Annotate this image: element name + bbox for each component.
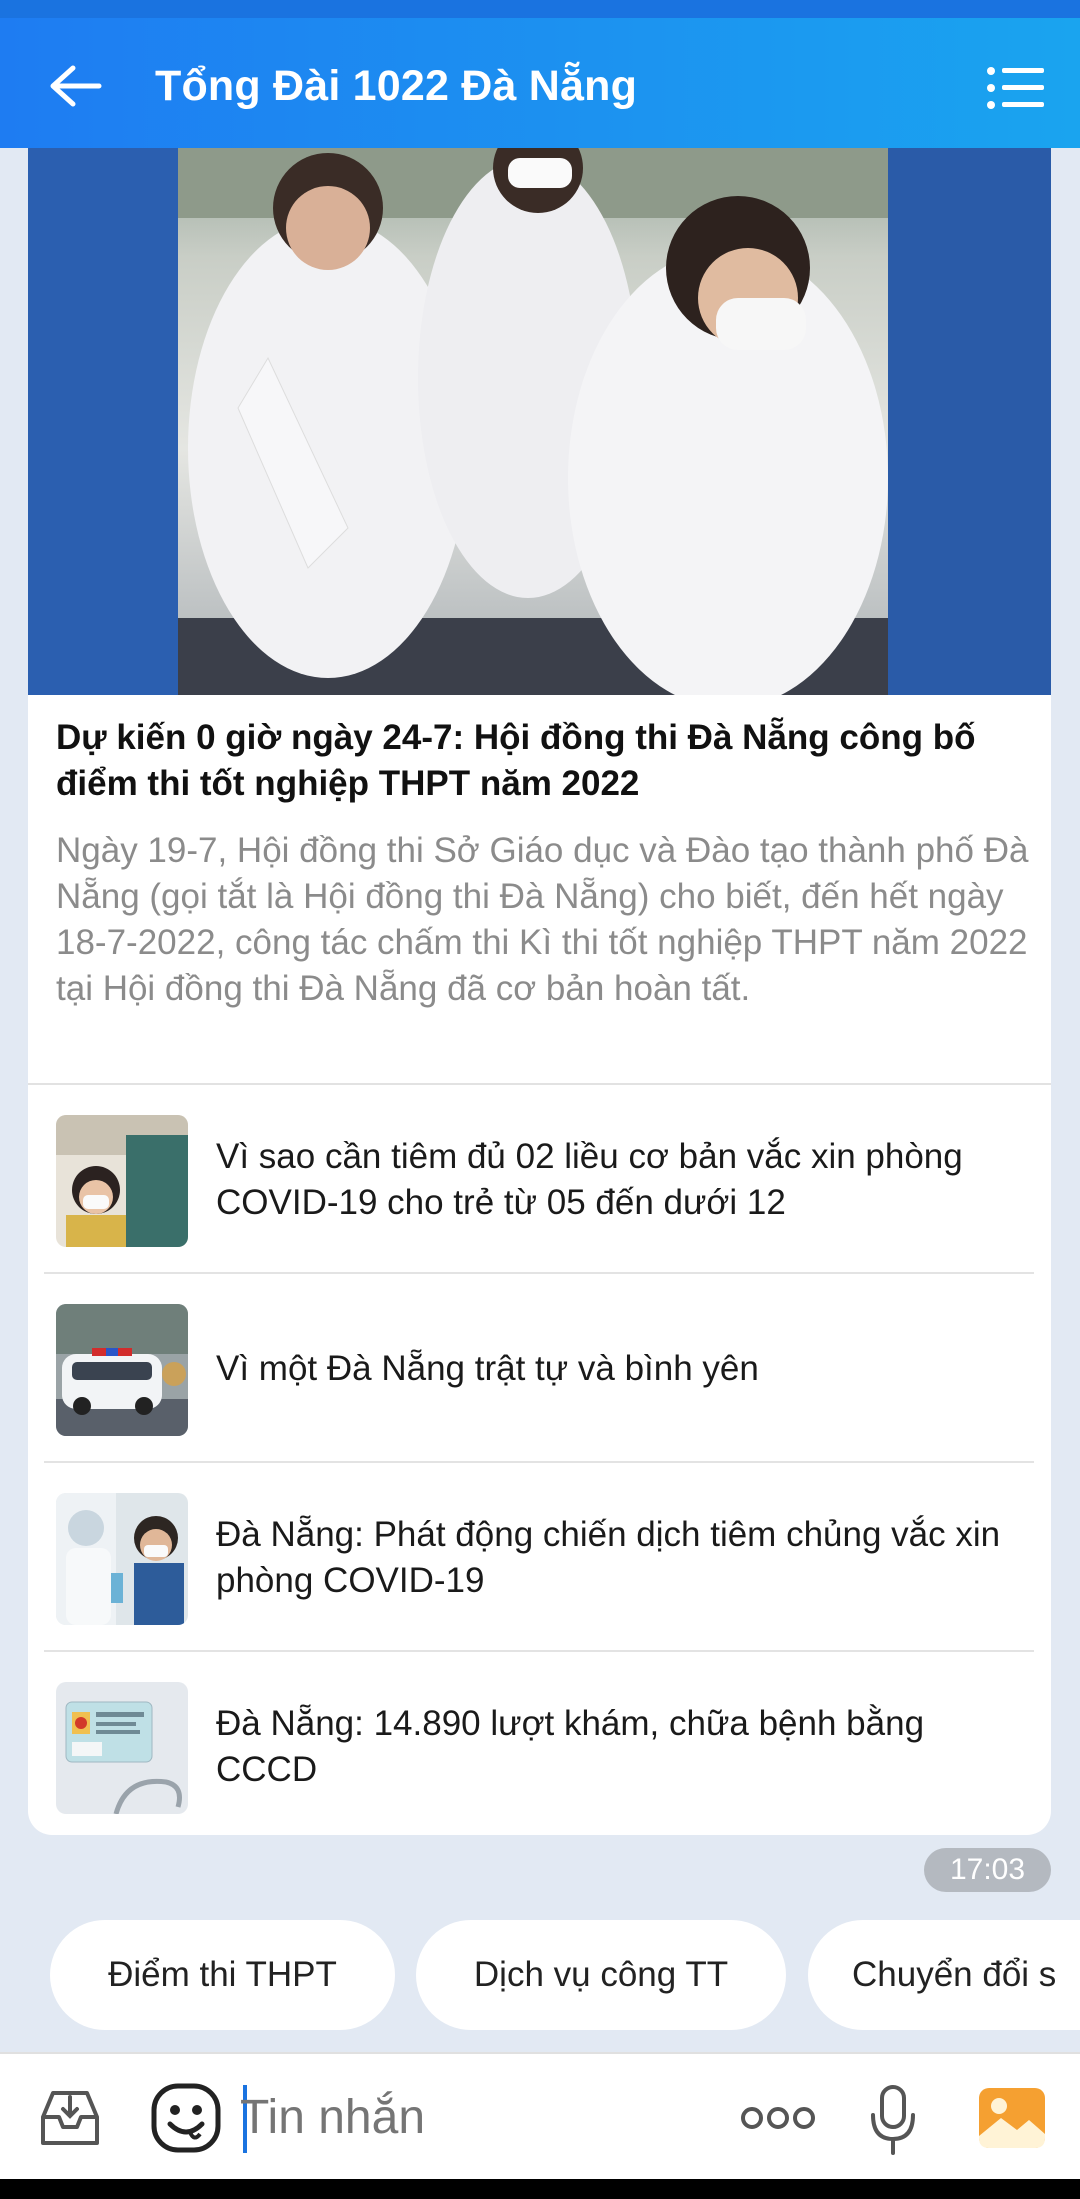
- app-header: Tổng Đài 1022 Đà Nẵng: [0, 18, 1080, 148]
- article-thumbnail: [56, 1493, 188, 1625]
- quick-replies: Điểm thi THPT Dịch vụ công TT Chuyển đổi…: [0, 1920, 1080, 2030]
- microphone-icon: [871, 2085, 915, 2155]
- page-title: Tổng Đài 1022 Đà Nẵng: [155, 62, 638, 110]
- article-title: Vì sao cần tiêm đủ 02 liều cơ bản vắc xi…: [216, 1136, 963, 1222]
- system-nav-bar: [0, 2179, 1080, 2199]
- article-thumbnail: [56, 1682, 188, 1814]
- inbox-icon: [41, 2091, 99, 2145]
- article-title: Vì một Đà Nẵng trật tự và bình yên: [216, 1348, 759, 1388]
- emoji-button[interactable]: [146, 2078, 226, 2158]
- article-thumbnail: [56, 1115, 188, 1247]
- featured-article-description: Ngày 19-7, Hội đồng thi Sở Giáo dục và Đ…: [56, 831, 1029, 1008]
- status-strip: [0, 0, 1080, 18]
- featured-article-image[interactable]: [28, 148, 1051, 695]
- quick-reply-chip[interactable]: Chuyển đổi s: [808, 1920, 1080, 2030]
- list-item[interactable]: Đà Nẵng: Phát động chiến dịch tiêm chủng…: [28, 1463, 1051, 1652]
- list-item[interactable]: Vì sao cần tiêm đủ 02 liều cơ bản vắc xi…: [28, 1085, 1051, 1274]
- image-gallery-icon: [979, 2088, 1045, 2148]
- quick-reply-chip[interactable]: Dịch vụ công TT: [416, 1920, 786, 2030]
- article-title: Đà Nẵng: Phát động chiến dịch tiêm chủng…: [216, 1514, 1001, 1600]
- back-button[interactable]: [40, 56, 110, 116]
- list-item[interactable]: Vì một Đà Nẵng trật tự và bình yên: [28, 1274, 1051, 1463]
- article-title: Đà Nẵng: 14.890 lượt khám, chữa bệnh bằn…: [216, 1703, 925, 1789]
- voice-button[interactable]: [860, 2080, 926, 2160]
- menu-button[interactable]: [980, 58, 1050, 118]
- quick-reply-chip[interactable]: Điểm thi THPT: [50, 1920, 395, 2030]
- inbox-button[interactable]: [30, 2083, 110, 2153]
- list-item[interactable]: Đà Nẵng: 14.890 lượt khám, chữa bệnh bằn…: [28, 1652, 1051, 1835]
- message-input[interactable]: [240, 2078, 720, 2158]
- news-card: Dự kiến 0 giờ ngày 24-7: Hội đồng thi Đà…: [28, 148, 1051, 1835]
- emoji-icon: [151, 2083, 221, 2153]
- list-menu-icon: [987, 67, 1044, 109]
- arrow-left-icon: [50, 65, 102, 107]
- more-dots-icon: [741, 2107, 815, 2129]
- image-button[interactable]: [974, 2083, 1050, 2153]
- featured-article-title[interactable]: Dự kiến 0 giờ ngày 24-7: Hội đồng thi Đà…: [56, 715, 1026, 807]
- more-options-button[interactable]: [736, 2088, 820, 2148]
- message-timestamp: 17:03: [924, 1848, 1051, 1892]
- article-thumbnail: [56, 1304, 188, 1436]
